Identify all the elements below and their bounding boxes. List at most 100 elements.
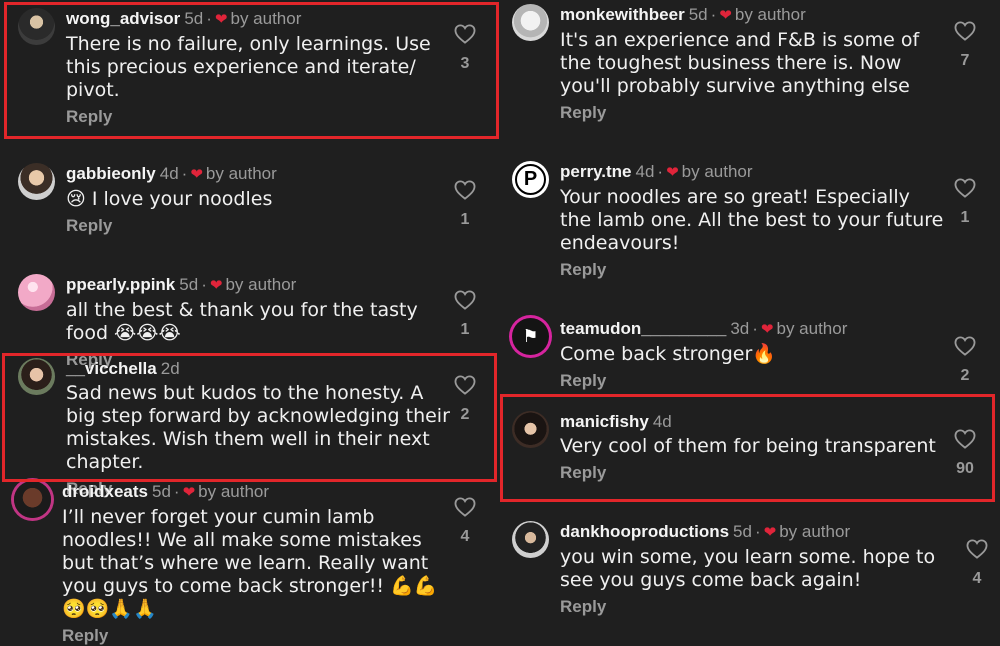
reply-button[interactable]: Reply	[66, 107, 431, 127]
like-count: 2	[960, 367, 970, 384]
comment-text: Come back stronger🔥	[560, 343, 847, 366]
comment-body: dankhooproductions 5d · ❤ by author you win s…	[560, 521, 935, 617]
avatar[interactable]	[18, 163, 55, 200]
avatar[interactable]	[512, 4, 549, 41]
timestamp: 4d	[652, 412, 672, 431]
comment-text-line: pivot.	[66, 79, 120, 101]
author-heart-icon: ❤	[763, 524, 777, 541]
avatar[interactable]	[512, 411, 549, 448]
avatar[interactable]: P	[512, 161, 549, 198]
comment-text: There is no failure, only learnings. Use…	[66, 33, 431, 102]
reply-button[interactable]: Reply	[560, 103, 919, 123]
separator-dot: ·	[181, 164, 188, 183]
liked-by-author-label: by author	[779, 522, 851, 541]
like-control: 2	[450, 375, 480, 424]
avatar[interactable]	[512, 521, 549, 558]
timestamp: 4d	[159, 164, 179, 183]
comment-text-line: Very cool of them for being transparent	[560, 435, 936, 457]
like-count: 4	[460, 528, 470, 545]
heart-icon[interactable]	[950, 336, 980, 356]
like-count: 1	[960, 209, 970, 226]
comment-text-line: the toughest business there is. Now	[560, 52, 902, 74]
comment-body: ppearly.ppink 5d · ❤ by author all the best &…	[66, 274, 418, 370]
liked-by-author-label: by author	[230, 9, 302, 28]
comment-text: Sad news but kudos to the honesty. Abig …	[66, 382, 450, 474]
avatar[interactable]	[18, 8, 55, 45]
liked-by-author-label: by author	[681, 162, 753, 181]
comment-text-line: Your noodles are so great! Especially	[560, 186, 910, 208]
avatar[interactable]: ⚑	[512, 318, 549, 355]
timestamp: 5d	[733, 522, 752, 541]
username[interactable]: gabbieonly	[66, 164, 156, 183]
timestamp: 5d	[179, 275, 199, 294]
username[interactable]: dankhooproductions	[560, 522, 729, 541]
like-control: 1	[450, 180, 480, 229]
timestamp: 3d	[730, 319, 750, 338]
comment-text-line: 😢 I love your noodles	[66, 188, 273, 210]
comment-text: I’ll never forget your cumin lamb noodles…	[62, 506, 437, 621]
like-control: 1	[950, 178, 980, 227]
heart-icon[interactable]	[450, 375, 480, 395]
comment-text-line: endeavours!	[560, 232, 680, 254]
comment-text-line: all the best & thank you for the tasty	[66, 299, 418, 321]
comment-text: It's an experience and F&B is some of the…	[560, 29, 919, 98]
comment-text-line: 🥺🥺🙏🙏	[62, 598, 157, 620]
comment-text: all the best & thank you for the tasty fo…	[66, 299, 418, 345]
reply-button[interactable]: Reply	[560, 260, 943, 280]
comment-text-line: I’ll never forget your cumin lamb	[62, 506, 375, 528]
separator-dot: ·	[173, 482, 180, 501]
heart-icon[interactable]	[950, 21, 980, 41]
username[interactable]: droidxeats	[62, 482, 148, 501]
avatar[interactable]	[18, 358, 55, 395]
heart-icon[interactable]	[962, 539, 992, 559]
liked-by-author-label: by author	[734, 5, 806, 24]
comment-meta: dankhooproductions 5d · ❤ by author	[560, 521, 935, 544]
heart-icon[interactable]	[950, 178, 980, 198]
author-heart-icon: ❤	[719, 7, 732, 24]
reply-button[interactable]: Reply	[560, 371, 847, 391]
username[interactable]: manicfishy	[560, 412, 649, 431]
like-control: 3	[450, 24, 480, 73]
like-count: 1	[460, 321, 470, 338]
avatar[interactable]	[14, 481, 51, 518]
timestamp: 2d	[160, 359, 180, 378]
like-count: 1	[460, 211, 470, 228]
heart-icon[interactable]	[450, 24, 480, 44]
heart-icon[interactable]	[450, 290, 480, 310]
separator-dot: ·	[657, 162, 664, 181]
avatar[interactable]	[18, 274, 55, 311]
avatar-letter: P	[515, 164, 546, 195]
timestamp: 5d	[688, 5, 708, 24]
comment-text-line: Come back stronger🔥	[560, 343, 776, 365]
comment-meta: monkewithbeer 5d · ❤ by author	[560, 4, 919, 27]
comment-text-line: food 😭😭😭	[66, 322, 181, 344]
comment-text-line: There is no failure, only learnings. Use	[66, 33, 431, 55]
comment-meta: __vicchella 2d	[66, 358, 450, 380]
username[interactable]: perry.tne	[560, 162, 632, 181]
reply-button[interactable]: Reply	[560, 597, 935, 617]
reply-button[interactable]: Reply	[560, 463, 936, 483]
comment-meta: teamudon_________ 3d · ❤ by author	[560, 318, 847, 341]
username[interactable]: monkewithbeer	[560, 5, 685, 24]
flag-icon: ⚑	[522, 326, 539, 346]
comment-text-line: this precious experience and iterate/	[66, 56, 416, 78]
heart-icon[interactable]	[450, 497, 480, 517]
username[interactable]: ppearly.ppink	[66, 275, 175, 294]
comment-text-line: the lamb one. All the best to your futur…	[560, 209, 944, 231]
username[interactable]: wong_advisor	[66, 9, 180, 28]
like-count: 3	[460, 55, 470, 72]
username[interactable]: __vicchella	[66, 359, 157, 378]
comment-text-line: you win some, you learn some. hope to	[560, 546, 936, 568]
separator-dot: ·	[754, 522, 761, 541]
reply-button[interactable]: Reply	[66, 216, 277, 236]
comment-text-line: you'll probably survive anything else	[560, 75, 910, 97]
comment-meta: ppearly.ppink 5d · ❤ by author	[66, 274, 418, 297]
comment-text: Your noodles are so great! Especially the…	[560, 186, 943, 255]
reply-button[interactable]: Reply	[62, 626, 437, 646]
like-count: 2	[460, 406, 470, 423]
comment-body: __vicchella 2d Sad news but kudos to the h…	[66, 358, 450, 499]
like-control: 2	[950, 336, 980, 385]
heart-icon[interactable]	[950, 429, 980, 449]
heart-icon[interactable]	[450, 180, 480, 200]
username[interactable]: teamudon_________	[560, 319, 726, 338]
